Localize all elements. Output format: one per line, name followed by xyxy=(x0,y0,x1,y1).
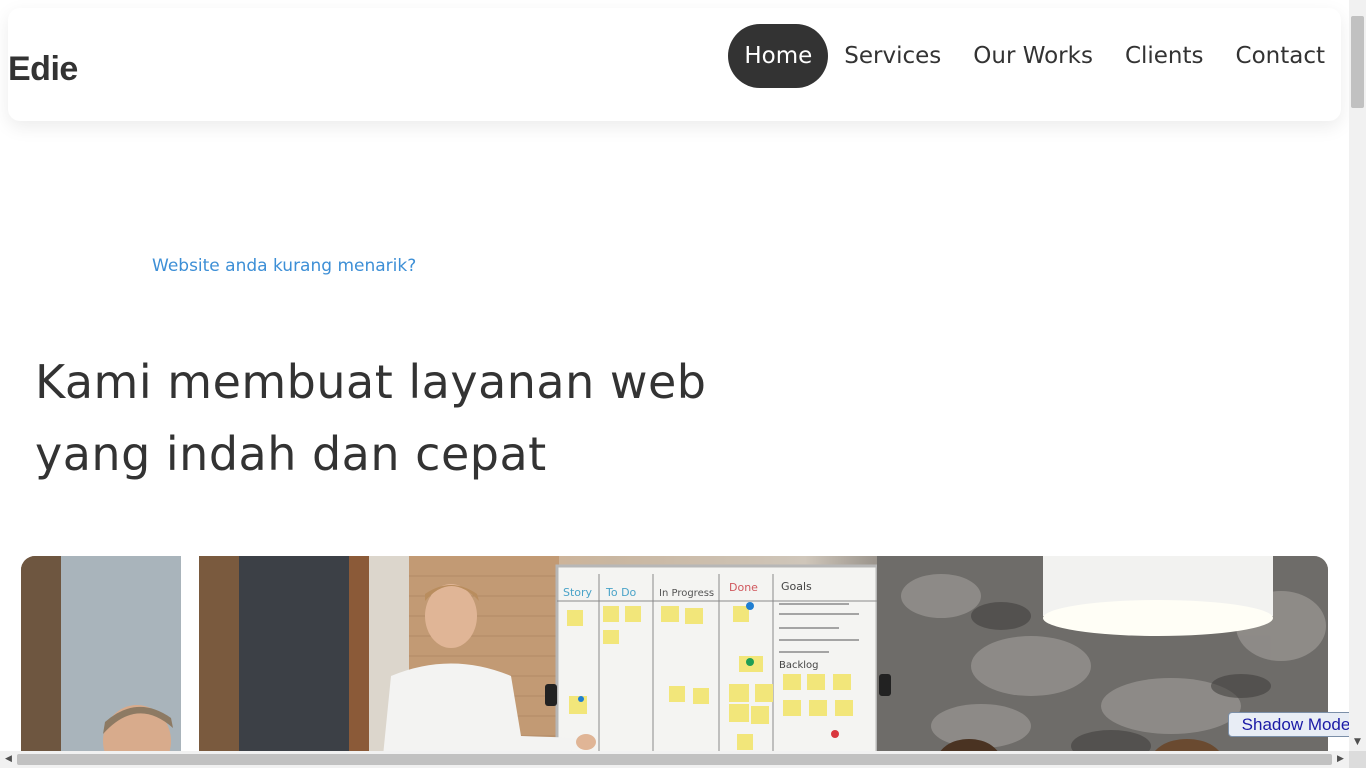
hero-image: Story To Do In Progress Done Goals Backl… xyxy=(21,556,1328,751)
nav-item-contact[interactable]: Contact xyxy=(1220,24,1341,88)
shadow-mode-button[interactable]: Shadow Mode xyxy=(1228,712,1364,737)
whiteboard-col-done: Done xyxy=(729,581,758,594)
page: Edie Home Services Our Works Clients Con… xyxy=(0,0,1349,751)
whiteboard-col-story: Story xyxy=(563,586,593,599)
navbar: Edie Home Services Our Works Clients Con… xyxy=(8,8,1341,121)
nav-item-our-works[interactable]: Our Works xyxy=(957,24,1109,88)
whiteboard-col-goals: Goals xyxy=(781,580,812,593)
vertical-scrollbar[interactable]: ▼ xyxy=(1349,0,1366,751)
hero-photo-illustration: Story To Do In Progress Done Goals Backl… xyxy=(21,556,1328,751)
scroll-right-arrow-icon[interactable]: ▶ xyxy=(1332,751,1349,768)
whiteboard-backlog: Backlog xyxy=(779,660,819,671)
vertical-scrollbar-thumb[interactable] xyxy=(1351,16,1364,108)
horizontal-scrollbar-thumb[interactable] xyxy=(17,754,1332,765)
hero-tagline: Website anda kurang menarik? xyxy=(152,256,417,276)
hero-headline: Kami membuat layanan web yang indah dan … xyxy=(35,346,835,490)
nav-item-home[interactable]: Home xyxy=(728,24,829,88)
hero-headline-line-1: Kami membuat layanan web xyxy=(35,355,707,409)
whiteboard-col-todo: To Do xyxy=(605,586,637,599)
brand-logo[interactable]: Edie xyxy=(8,50,78,89)
nav-item-services[interactable]: Services xyxy=(828,24,957,88)
whiteboard-col-progress: In Progress xyxy=(659,588,714,599)
nav-item-clients[interactable]: Clients xyxy=(1109,24,1220,88)
horizontal-scrollbar[interactable]: ◀ ▶ xyxy=(0,751,1349,768)
hero-headline-line-2: yang indah dan cepat xyxy=(35,427,547,481)
scroll-down-arrow-icon[interactable]: ▼ xyxy=(1349,734,1366,751)
scrollbar-corner xyxy=(1349,751,1366,768)
nav-menu: Home Services Our Works Clients Contact xyxy=(728,24,1341,88)
scroll-left-arrow-icon[interactable]: ◀ xyxy=(0,751,17,768)
